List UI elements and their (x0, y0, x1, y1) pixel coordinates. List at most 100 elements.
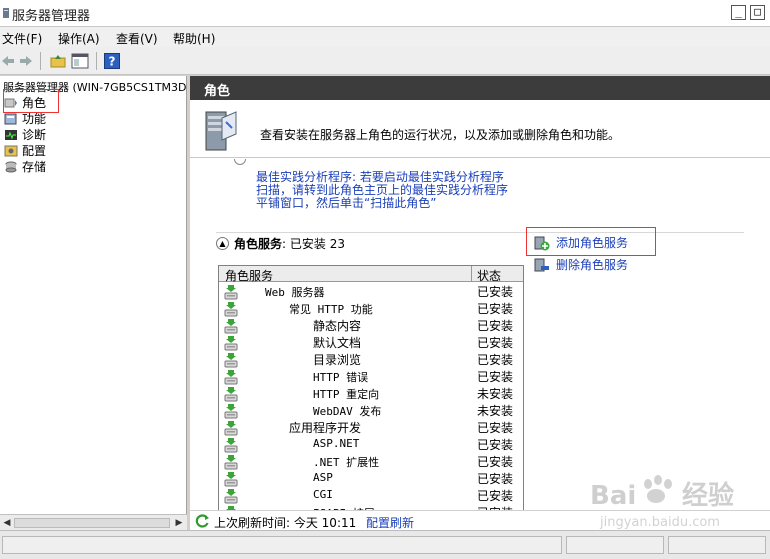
tree-item-label: 诊断 (22, 128, 47, 142)
help-icon[interactable]: ? (103, 51, 121, 71)
installed-service-icon (224, 353, 238, 368)
tree-item-label: 存储 (22, 160, 47, 174)
baidu-paw-logo: Bai 经验 jingyan.baidu.com (590, 475, 734, 530)
role-service-name: .NET 扩展性 (313, 456, 380, 469)
svg-text:?: ? (109, 55, 116, 69)
role-service-name: 常见 HTTP 功能 (289, 303, 373, 316)
installed-service-icon (224, 455, 238, 470)
configure-refresh-link[interactable]: 配置刷新 (366, 514, 414, 531)
role-services-label: 角色服务 (234, 237, 283, 251)
table-row[interactable]: 默认文档 已安装 (219, 334, 523, 351)
role-service-status: 已安装 (477, 472, 514, 486)
table-row[interactable]: ASP.NET 已安装 (219, 436, 523, 453)
installed-service-icon (224, 336, 238, 351)
clipped-expander-icon (234, 159, 246, 165)
toolbar-separator (96, 52, 97, 70)
tree-item-diagnostics[interactable]: 诊断 (4, 127, 46, 142)
table-row[interactable]: 应用程序开发 已安装 (219, 419, 523, 436)
svg-text:jingyan.baidu.com: jingyan.baidu.com (599, 515, 720, 530)
installed-service-icon (224, 370, 238, 385)
remove-role-services-link[interactable]: 删除角色服务 (534, 256, 628, 273)
collapse-chevron-icon[interactable]: ▲ (216, 237, 229, 250)
scroll-left-arrow-icon[interactable]: ◀ (1, 517, 13, 529)
table-row[interactable]: 静态内容 已安装 (219, 317, 523, 334)
last-refresh-label: 上次刷新时间: 今天 10:11 (214, 516, 357, 530)
column-header-status[interactable]: 状态 (477, 267, 501, 284)
table-row[interactable]: .NET 扩展性 已安装 (219, 453, 523, 470)
installed-service-icon (224, 489, 238, 504)
table-row[interactable]: 目录浏览 已安装 (219, 351, 523, 368)
remove-role-services-icon (534, 258, 549, 271)
menu-file[interactable]: 文件(F) (2, 30, 42, 47)
maximize-button[interactable]: □ (750, 5, 765, 20)
roles-summary: 查看安装在服务器上角色的运行状况，以及添加或删除角色和功能。 (190, 100, 770, 158)
svg-text:Bai: Bai (590, 481, 636, 511)
minimize-button[interactable]: _ (731, 5, 746, 20)
svg-text:经验: 经验 (682, 480, 734, 511)
diagnostics-icon (5, 129, 17, 140)
column-header-role-service[interactable]: 角色服务 (225, 267, 273, 284)
table-row[interactable]: 常见 HTTP 功能 已安装 (219, 300, 523, 317)
remove-role-services-label: 删除角色服务 (556, 258, 629, 272)
forward-arrow-icon[interactable] (18, 51, 34, 71)
role-service-status: 已安装 (477, 353, 514, 367)
window-title: 服务器管理器 (12, 9, 91, 24)
title-bar: 服务器管理器 _ □ (0, 0, 770, 27)
add-role-services-link[interactable]: 添加角色服务 (534, 234, 628, 251)
details-header: 角色 (190, 76, 770, 100)
refresh-icon[interactable] (195, 513, 210, 528)
bpa-message: 最佳实践分析程序: 若要启动最佳实践分析程序 扫描，请转到此角色主页上的最佳实践… (256, 171, 526, 210)
tree-item-features[interactable]: 功能 (4, 111, 46, 126)
table-row[interactable]: CGI 已安装 (219, 487, 523, 504)
role-service-name: CGI (313, 488, 333, 501)
menu-help[interactable]: 帮助(H) (173, 30, 215, 47)
tree-item-storage[interactable]: 存储 (4, 159, 46, 174)
menu-action[interactable]: 操作(A) (58, 30, 100, 47)
role-service-status: 已安装 (477, 302, 514, 316)
role-services-section-header[interactable]: ▲ 角色服务 : 已安装 23 (216, 235, 345, 252)
tree-item-configuration[interactable]: 配置 (4, 143, 46, 158)
role-service-status: 已安装 (477, 455, 514, 469)
installed-service-icon (224, 387, 238, 402)
installed-service-icon (224, 285, 238, 300)
features-icon (4, 113, 17, 124)
menu-view[interactable]: 查看(V) (116, 30, 158, 47)
role-service-status: 已安装 (477, 285, 514, 299)
add-role-services-label: 添加角色服务 (556, 236, 629, 250)
role-services-status: : 已安装 23 (282, 237, 345, 251)
installed-service-icon (224, 438, 238, 453)
console-tree: 服务器管理器 (WIN-7GB5CS1TM3D) 角色 功能 诊断 配置 存储 (0, 76, 187, 529)
tree-item-label: 配置 (22, 144, 47, 158)
role-service-name: 静态内容 (313, 319, 362, 333)
role-service-name: 应用程序开发 (289, 421, 362, 435)
role-service-status: 已安装 (477, 370, 514, 384)
details-pane: 角色 查看安装在服务器上角色的运行状况，以及添加或删除角色和功能。 最佳实践分析… (190, 76, 770, 530)
up-folder-icon[interactable] (48, 51, 68, 71)
configuration-icon (4, 145, 18, 156)
server-roles-icon (205, 111, 237, 151)
table-row[interactable]: WebDAV 发布 未安装 (219, 402, 523, 419)
role-service-name: 默认文档 (313, 336, 362, 350)
role-services-table: 角色服务 状态 Web 服务器 已安装 常见 HTTP 功能 已安装 静态内容 已安装 默认… (218, 265, 524, 525)
table-row[interactable]: ASP 已安装 (219, 470, 523, 487)
storage-icon (5, 161, 17, 172)
status-segment (2, 536, 562, 554)
scroll-right-arrow-icon[interactable]: ▶ (173, 517, 185, 529)
role-service-status: 未安装 (477, 387, 514, 401)
scroll-track[interactable] (14, 518, 170, 528)
role-service-status: 已安装 (477, 336, 514, 350)
role-service-status: 已安装 (477, 438, 514, 452)
roles-summary-text: 查看安装在服务器上角色的运行状况，以及添加或删除角色和功能。 (260, 128, 621, 142)
column-divider[interactable] (471, 266, 472, 282)
table-row[interactable]: Web 服务器 已安装 (219, 283, 523, 300)
tree-horizontal-scrollbar[interactable]: ◀ ▶ (0, 514, 187, 530)
show-hide-console-tree-icon[interactable] (70, 51, 90, 71)
role-service-name: 目录浏览 (313, 353, 362, 367)
table-row[interactable]: HTTP 错误 已安装 (219, 368, 523, 385)
back-arrow-icon[interactable] (0, 51, 16, 71)
table-row[interactable]: HTTP 重定向 未安装 (219, 385, 523, 402)
installed-service-icon (224, 421, 238, 436)
role-service-name: HTTP 错误 (313, 371, 369, 384)
toolbar-separator (40, 52, 41, 70)
details-title: 角色 (204, 84, 231, 99)
